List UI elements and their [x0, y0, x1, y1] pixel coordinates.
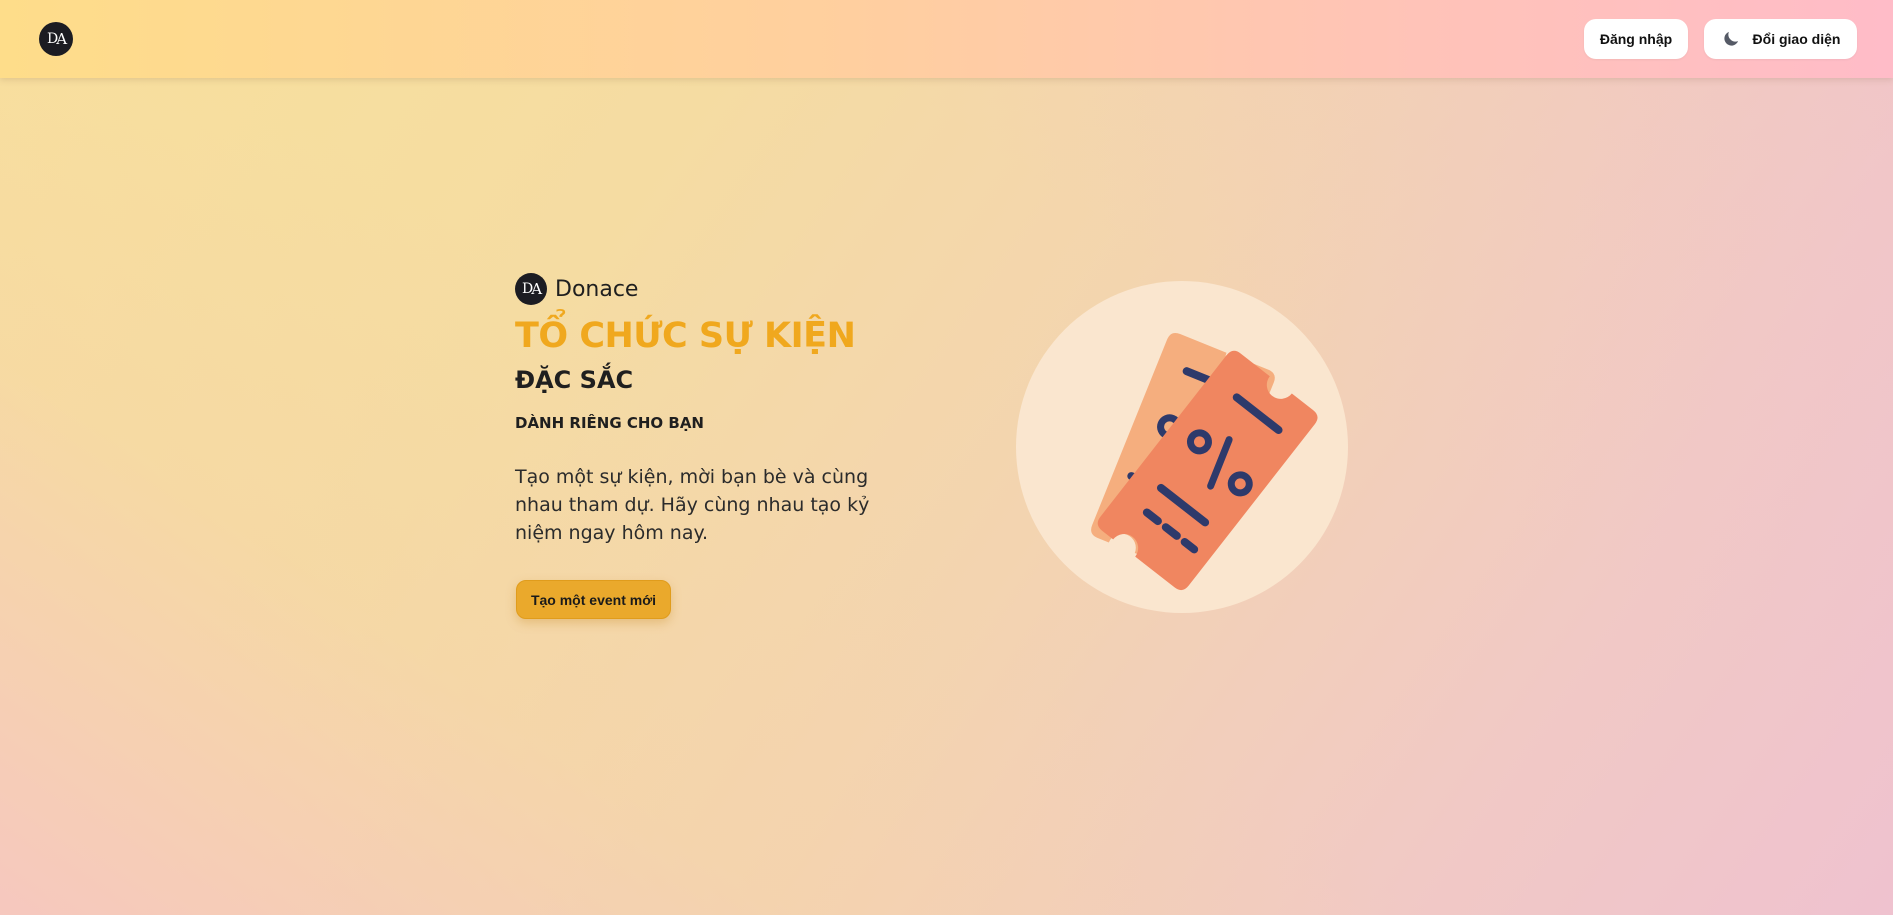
hero-title: TỔ CHỨC SỰ KIỆN — [515, 316, 856, 356]
login-button-label: Đăng nhập — [1599, 31, 1673, 47]
toggle-theme-button[interactable]: Đổi giao diện — [1704, 19, 1857, 59]
toggle-theme-label: Đổi giao diện — [1752, 31, 1841, 47]
hero-description: Tạo một sự kiện, mời bạn bè và cùng nhau… — [515, 466, 870, 544]
background-gradient — [0, 0, 1893, 915]
brand-name: Donace — [555, 276, 639, 302]
discount-tickets-icon — [1016, 281, 1348, 613]
logo-icon[interactable]: DA — [39, 22, 73, 56]
hero-brand: DA Donace — [515, 273, 638, 305]
top-navbar: DA Đăng nhập Đổi giao diện — [0, 0, 1893, 78]
create-event-button[interactable]: Tạo một event mới — [516, 580, 671, 619]
hero-subtitle: ĐẶC SẮC — [515, 366, 634, 394]
hero-tagline: DÀNH RIÊNG CHO BẠN — [515, 414, 704, 432]
login-button[interactable]: Đăng nhập — [1584, 19, 1688, 59]
moon-icon — [1723, 31, 1738, 46]
brand-logo-icon: DA — [515, 273, 547, 305]
